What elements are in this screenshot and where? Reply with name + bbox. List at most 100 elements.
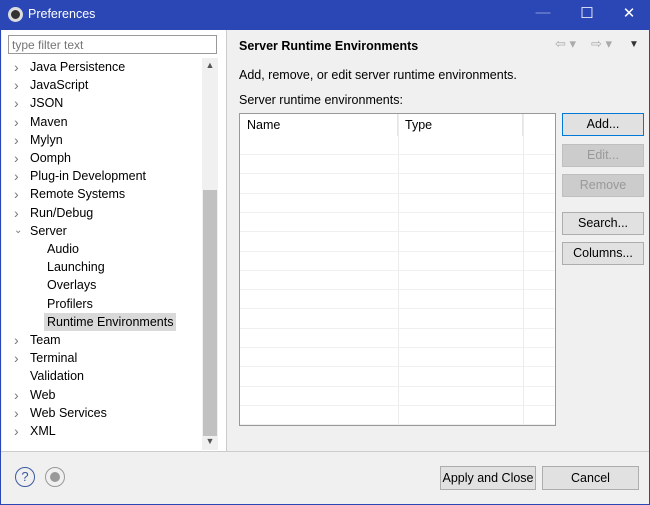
tree-item-label: Launching (47, 260, 105, 275)
chevron-right-icon[interactable]: › (14, 76, 19, 94)
scrollbar-thumb[interactable] (203, 190, 217, 436)
chevron-right-icon[interactable]: › (14, 149, 19, 167)
tree-item-label: JavaScript (30, 78, 89, 93)
remove-button[interactable]: Remove (562, 174, 644, 197)
chevron-right-icon[interactable]: › (14, 404, 19, 422)
footer-divider (1, 451, 649, 452)
tree-item[interactable]: › Plug-in Development (14, 167, 147, 185)
tree-item[interactable]: › Run/Debug (14, 204, 94, 222)
chevron-right-icon[interactable]: › (14, 422, 19, 440)
minimize-button[interactable]: — (533, 4, 553, 21)
column-header-name[interactable]: Name (240, 114, 398, 136)
tree-item[interactable]: Profilers (47, 295, 93, 313)
view-menu-icon[interactable]: ▼ (629, 39, 639, 50)
preferences-dialog: ›Java Persistence›JavaScript›JSON›Maven›… (1, 30, 649, 504)
table-row (240, 252, 555, 271)
table-row (240, 233, 555, 252)
eclipse-icon (8, 7, 23, 22)
search-button[interactable]: Search... (562, 212, 644, 235)
title-bar: Preferences — ☐ ✕ (0, 0, 650, 30)
page-title: Server Runtime Environments (239, 39, 419, 53)
scroll-down-icon[interactable]: ▼ (202, 436, 218, 446)
add-button[interactable]: Add... (562, 113, 644, 136)
edit-button[interactable]: Edit... (562, 144, 644, 167)
tree-item[interactable]: › Oomph (14, 149, 71, 167)
chevron-right-icon[interactable]: › (14, 185, 19, 203)
tree-item[interactable]: › Web Services (14, 404, 107, 422)
filter-input[interactable] (8, 35, 217, 54)
tree-item-label: Validation (30, 369, 84, 384)
chevron-down-icon[interactable]: ⌄ (14, 222, 22, 240)
apply-and-close-button[interactable]: Apply and Close (440, 466, 536, 490)
chevron-right-icon[interactable]: › (14, 167, 19, 185)
chevron-right-icon[interactable]: › (14, 331, 19, 349)
help-icon[interactable]: ? (15, 467, 35, 487)
tree-item-label: Maven (30, 114, 68, 129)
tree-item[interactable]: Validation (30, 367, 84, 385)
tree-item-label: Overlays (47, 278, 97, 293)
tree-item[interactable]: › Web (14, 386, 56, 404)
tree-item-label: Profilers (47, 296, 93, 311)
chevron-right-icon[interactable]: › (14, 131, 19, 149)
table-row (240, 348, 555, 368)
tree-item[interactable]: › Team (14, 331, 61, 349)
window-title: Preferences (28, 7, 96, 21)
table-row (240, 155, 555, 175)
tree-item-label: Web Services (30, 405, 107, 420)
column-header-type[interactable]: Type (398, 114, 523, 136)
tree-item[interactable]: › XML (14, 422, 56, 440)
tree-item[interactable]: Launching (47, 258, 105, 276)
tree-item[interactable]: › Terminal (14, 349, 78, 367)
tree-item[interactable]: Runtime Environments (44, 312, 177, 331)
columns-button[interactable]: Columns... (562, 242, 644, 265)
tree-item-label: XML (30, 424, 56, 438)
forward-icon[interactable]: ⇨ ▾ (591, 36, 612, 52)
tree-item[interactable]: › Remote Systems (14, 185, 126, 203)
tree-item-label: Web (30, 387, 56, 402)
table-row (240, 368, 555, 387)
left-panel: ›Java Persistence›JavaScript›JSON›Maven›… (2, 30, 227, 452)
tree-item-label: Oomph (30, 151, 71, 165)
table-row (240, 406, 555, 425)
chevron-right-icon[interactable]: › (14, 204, 19, 222)
tree-item-label: Team (30, 333, 61, 347)
table-row (240, 387, 555, 406)
import-export-icon[interactable] (45, 467, 65, 487)
table-row (240, 213, 555, 233)
tree-item-label: Terminal (30, 351, 78, 366)
maximize-button[interactable]: ☐ (577, 4, 597, 22)
chevron-right-icon[interactable]: › (14, 58, 19, 76)
tree-item-label: Mylyn (30, 132, 63, 147)
tree-item[interactable]: › Java Persistence (14, 58, 126, 76)
table-row (240, 290, 555, 310)
runtime-environments-table[interactable]: Name Type (239, 113, 556, 426)
cancel-button[interactable]: Cancel (542, 466, 639, 490)
table-row (240, 175, 555, 194)
tree-item-label: Server (30, 223, 67, 238)
back-icon[interactable]: ⇦ ▾ (555, 36, 576, 52)
tree-item[interactable]: Audio (47, 240, 79, 258)
tree-item[interactable]: ⌄ Server (14, 222, 67, 240)
tree-item-label: Plug-in Development (30, 169, 147, 184)
chevron-right-icon[interactable]: › (14, 94, 19, 112)
table-row (240, 194, 555, 213)
tree-item[interactable]: Overlays (47, 276, 96, 294)
tree-item-label: JSON (30, 96, 64, 111)
close-button[interactable]: ✕ (619, 4, 639, 22)
table-row (240, 310, 555, 329)
chevron-right-icon[interactable]: › (14, 113, 19, 131)
tree-item-label: Runtime Environments (47, 314, 174, 329)
scroll-up-icon[interactable]: ▲ (202, 60, 218, 70)
tree-item-label: Remote Systems (30, 187, 126, 202)
table-row (240, 136, 555, 155)
table-row (240, 271, 555, 291)
tree-item[interactable]: › JSON (14, 94, 64, 112)
tree-scrollbar[interactable]: ▲ ▼ (202, 58, 218, 450)
tree-item-label: Java Persistence (30, 60, 126, 74)
tree-item[interactable]: › Mylyn (14, 131, 63, 149)
chevron-right-icon[interactable]: › (14, 386, 19, 404)
tree-item[interactable]: › JavaScript (14, 76, 89, 94)
chevron-right-icon[interactable]: › (14, 349, 19, 367)
tree-item[interactable]: › Maven (14, 113, 68, 131)
tree-item-label: Run/Debug (30, 205, 94, 220)
